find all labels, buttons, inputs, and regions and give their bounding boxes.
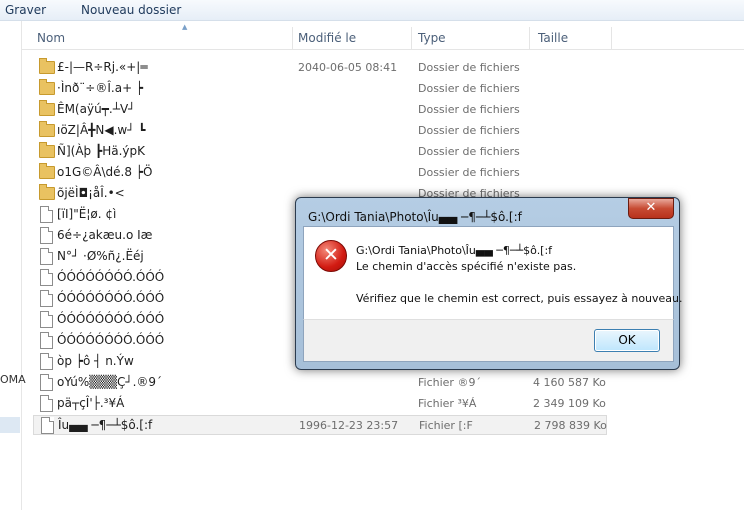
file-name: ÊM(aÿú┯.┴V┘ <box>57 102 136 116</box>
close-button[interactable]: ✕ <box>628 198 674 219</box>
file-type: Dossier de fichiers <box>418 103 520 116</box>
dialog-footer: OK <box>303 319 674 362</box>
column-name[interactable]: Nom <box>37 31 65 45</box>
file-type: Fichier ®9´ <box>418 376 481 389</box>
table-row[interactable]: pä┬ç‌Î'├.³¥Á Fichier ³¥Á 2 349 109 Ko <box>33 394 607 414</box>
column-divider[interactable] <box>411 27 412 49</box>
file-icon <box>40 332 53 349</box>
column-divider[interactable] <box>292 27 293 49</box>
file-icon <box>40 269 53 286</box>
file-icon <box>40 290 53 307</box>
file-type: Dossier de fichiers <box>418 166 520 179</box>
file-icon <box>40 248 53 265</box>
file-icon <box>40 395 53 412</box>
file-icon <box>40 374 53 391</box>
column-divider[interactable] <box>529 27 530 49</box>
file-name: 6é÷¿akæu.o Iæ <box>57 228 153 242</box>
folder-icon <box>39 58 55 74</box>
file-type: Dossier de fichiers <box>418 61 520 74</box>
dialog-title: G:\Ordi Tania\Photo\Îu▄▄ ─¶─┴$ô.[:f <box>308 210 522 224</box>
table-row[interactable]: ıöZ|Â╋N◀.w┘ ┗ Dossier de fichiers <box>33 121 607 141</box>
folder-icon <box>39 163 55 179</box>
file-name: õjëÌ◘¡åÎ.•< <box>57 186 125 200</box>
file-icon <box>41 417 54 434</box>
file-name: £-|—R÷Rj.«+|═ <box>57 60 148 74</box>
new-folder-button[interactable]: Nouveau dossier <box>81 3 181 17</box>
sort-arrow-icon: ▲ <box>182 23 188 31</box>
file-name: N°┘ ·Ø%ñ¿.Ëéj <box>57 249 144 263</box>
folder-icon <box>39 79 55 95</box>
file-name: ÓÓÓÓÓÓÓÓ.ÓÓÓ <box>57 270 165 284</box>
navigation-pane[interactable]: OMA <box>0 21 26 510</box>
table-row[interactable]: £-|—R÷Rj.«+|═ 2040-06-05 08:41 Dossier de … <box>33 58 607 78</box>
file-name: Îu▄▄ ─¶─┴$ô.[:f <box>58 418 153 432</box>
file-size: 2 349 109 Ko <box>533 397 606 410</box>
column-modified[interactable]: Modifié le <box>298 31 356 45</box>
file-type: Fichier ³¥Á <box>418 397 477 410</box>
graver-button[interactable]: Graver <box>5 3 46 17</box>
table-row[interactable]: Îu▄▄ ─¶─┴$ô.[:f 1996-12-23 23:57 Fichier [… <box>33 415 607 435</box>
file-icon <box>40 311 53 328</box>
folder-icon <box>39 100 55 116</box>
file-name: pä┬ç‌Î'├.³¥Á <box>57 396 125 410</box>
error-icon: ✕ <box>315 240 347 272</box>
file-type: Dossier de fichiers <box>418 145 520 158</box>
file-size: 4 160 587 Ko <box>533 376 606 389</box>
file-name: ÓÓÓÓÓÓÓÓ.ÓÓÓ <box>57 291 165 305</box>
command-bar: Graver Nouveau dossier <box>0 0 744 21</box>
dialog-advice: Vérifiez que le chemin est correct, puis… <box>356 292 683 305</box>
error-dialog: G:\Ordi Tania\Photo\Îu▄▄ ─¶─┴$ô.[:f ✕ ✕ … <box>295 197 683 370</box>
file-icon <box>40 353 53 370</box>
column-type[interactable]: Type <box>418 31 446 45</box>
file-name: [ïI]"Ë¦ø. ¢ì <box>57 207 117 221</box>
file-icon <box>40 206 53 223</box>
dialog-path: G:\Ordi Tania\Photo\Îu▄▄ ─¶─┴$ô.[:f <box>356 244 553 257</box>
file-name: ·Ìnð¨÷®Î.a+ ┝ <box>57 81 144 95</box>
file-name: Ñ](Àþ ┣Hä.ýpK <box>57 144 145 158</box>
ok-button[interactable]: OK <box>594 329 660 352</box>
table-row[interactable]: ·Ìnð¨÷®Î.a+ ┝ Dossier de fichiers <box>33 79 607 99</box>
table-row[interactable]: o1G©Â\dé.8 ┝Ö Dossier de fichiers <box>33 163 607 183</box>
table-row[interactable]: ÊM(aÿú┯.┴V┘ Dossier de fichiers <box>33 100 607 120</box>
table-row[interactable]: Ñ](Àþ ┣Hä.ýpK Dossier de fichiers <box>33 142 607 162</box>
file-icon <box>40 227 53 244</box>
folder-icon <box>39 121 55 137</box>
folder-icon <box>39 142 55 158</box>
file-modified: 1996-12-23 23:57 <box>299 419 399 432</box>
dialog-body: ✕ G:\Ordi Tania\Photo\Îu▄▄ ─¶─┴$ô.[:f Le… <box>303 226 683 320</box>
file-name: òp ┝ô ┤ n.Ýw <box>57 354 134 368</box>
file-modified: 2040-06-05 08:41 <box>298 61 398 74</box>
file-size: 2 798 839 Ko <box>534 419 607 432</box>
file-name: oYú%▒▒▒Ç┘.®9´ <box>57 375 163 389</box>
file-name: ÓÓÓÓÓÓÓÓ.ÓÓÓ <box>57 312 165 326</box>
column-size[interactable]: Taille <box>538 31 568 45</box>
dialog-error-message: Le chemin d'accès spécifié n'existe pas. <box>356 260 577 273</box>
folder-icon <box>39 184 55 200</box>
nav-item-selected[interactable] <box>0 417 20 433</box>
nav-item-label[interactable]: OMA <box>0 373 26 386</box>
file-type: Dossier de fichiers <box>418 82 520 95</box>
file-type: Fichier [:F <box>419 419 473 432</box>
file-name: ÓÓÓÓÓÓÓÓ.ÓÓÓ <box>57 333 165 347</box>
file-name: ıöZ|Â╋N◀.w┘ ┗ <box>57 123 146 137</box>
column-header: ▲ Nom Modifié le Type Taille <box>22 21 744 50</box>
column-divider[interactable] <box>611 27 612 49</box>
file-type: Dossier de fichiers <box>418 124 520 137</box>
file-name: o1G©Â\dé.8 ┝Ö <box>57 165 153 179</box>
table-row[interactable]: oYú%▒▒▒Ç┘.®9´ Fichier ®9´ 4 160 587 Ko <box>33 373 607 393</box>
